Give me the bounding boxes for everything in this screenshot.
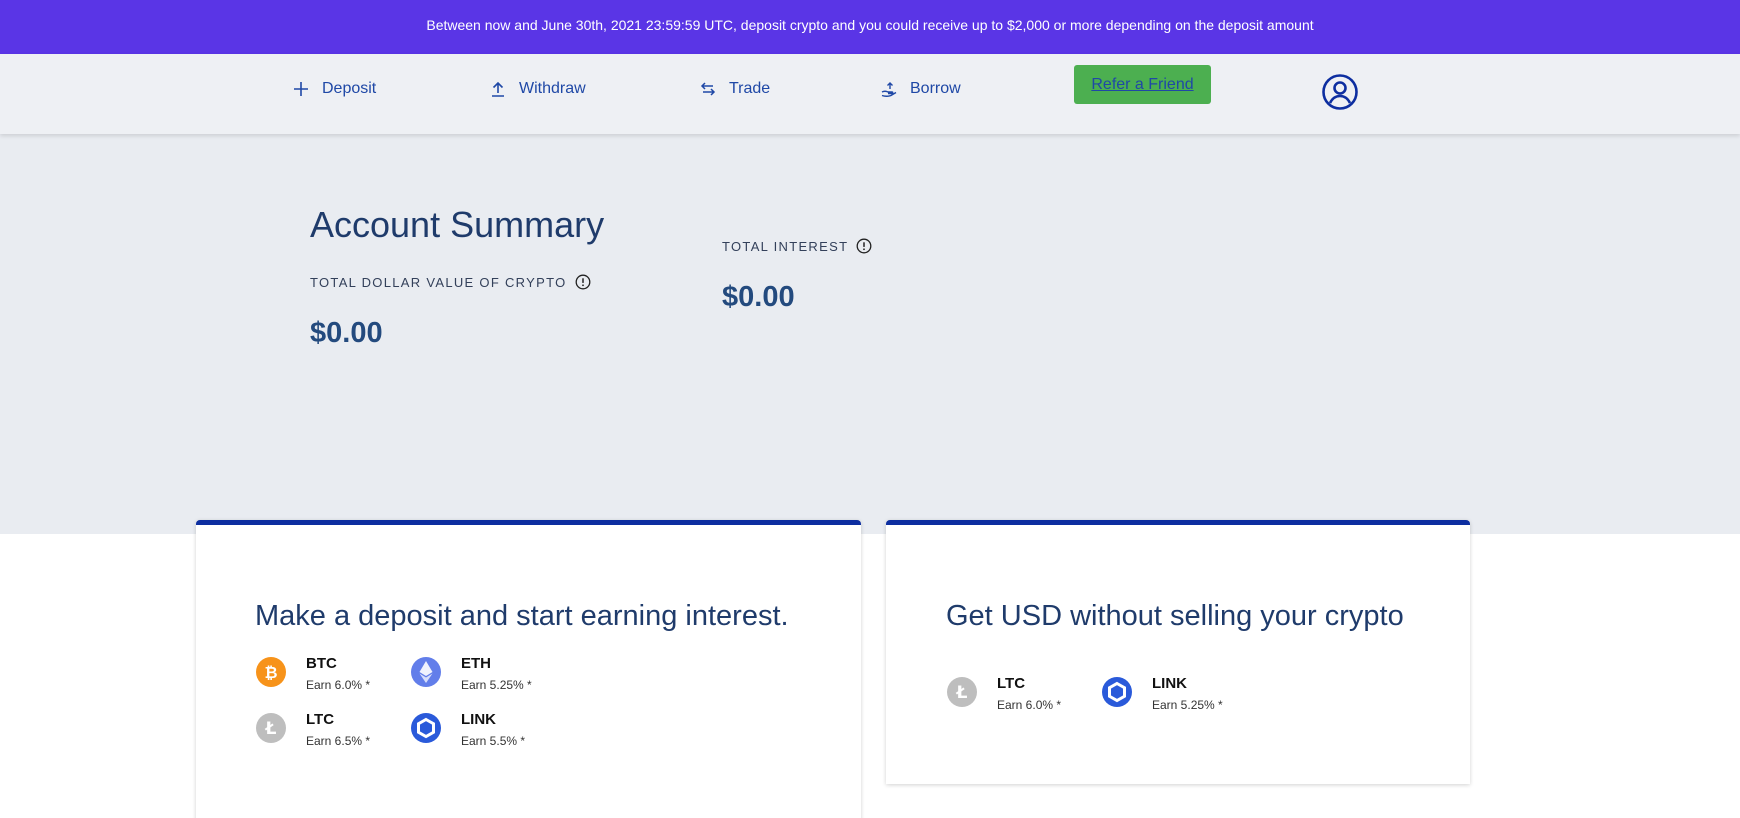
coin-earn-rate: Earn 5.25% * — [1152, 698, 1223, 712]
coin-symbol: LTC — [306, 711, 335, 728]
nav-borrow[interactable]: Borrow — [880, 74, 961, 104]
coin-ltc[interactable]: Ł LTC Earn 6.0% * — [946, 675, 1061, 714]
nav-borrow-label: Borrow — [910, 80, 961, 97]
coin-earn-rate: Earn 5.25% * — [461, 678, 532, 692]
total-interest-label: TOTAL INTEREST — [722, 238, 872, 254]
coin-symbol: BTC — [306, 655, 337, 672]
coin-earn-rate: Earn 6.0% * — [997, 698, 1062, 712]
nav-trade-label: Trade — [729, 80, 771, 97]
refer-friend-button[interactable]: Refer a Friend — [1074, 65, 1211, 104]
nav-withdraw[interactable]: Withdraw — [489, 74, 586, 104]
coin-link[interactable]: LINK Earn 5.5% * — [410, 711, 525, 750]
litecoin-icon: Ł — [946, 676, 978, 708]
upload-icon — [489, 80, 507, 98]
account-summary: Account Summary TOTAL DOLLAR VALUE OF CR… — [0, 134, 1740, 534]
coin-link[interactable]: LINK Earn 5.25% * — [1101, 675, 1223, 714]
info-circle-icon[interactable] — [856, 238, 872, 254]
coin-symbol: ETH — [461, 655, 491, 672]
borrow-card: Get USD without selling your crypto Ł LT… — [886, 520, 1470, 784]
litecoin-icon: Ł — [255, 712, 287, 744]
borrow-card-title: Get USD without selling your crypto — [946, 600, 1404, 632]
coin-eth[interactable]: ETH Earn 5.25% * — [410, 655, 532, 694]
total-value-amount: $0.00 — [310, 317, 383, 349]
nav-deposit[interactable]: Deposit — [292, 74, 376, 104]
bitcoin-icon: ₿ — [255, 656, 287, 688]
chainlink-icon — [410, 712, 442, 744]
info-circle-icon[interactable] — [575, 274, 591, 290]
promo-banner: Between now and June 30th, 2021 23:59:59… — [0, 0, 1740, 54]
deposit-card-title: Make a deposit and start earning interes… — [255, 600, 789, 632]
svg-text:₿: ₿ — [264, 663, 277, 682]
coin-symbol: LINK — [461, 711, 496, 728]
total-interest-amount: $0.00 — [722, 281, 795, 313]
svg-text:Ł: Ł — [265, 719, 277, 739]
coin-btc[interactable]: ₿ BTC Earn 6.0% * — [255, 655, 370, 694]
coin-earn-rate: Earn 5.5% * — [461, 734, 526, 748]
nav-deposit-label: Deposit — [322, 80, 377, 97]
top-nav: Deposit Withdraw Trade Borrow Refer a Fr… — [0, 54, 1740, 134]
promo-text: Between now and June 30th, 2021 23:59:59… — [426, 17, 1314, 33]
deposit-card: Make a deposit and start earning interes… — [196, 520, 861, 818]
ethereum-icon — [410, 656, 442, 688]
coin-earn-rate: Earn 6.5% * — [306, 734, 371, 748]
nav-trade[interactable]: Trade — [699, 74, 770, 104]
coin-symbol: LINK — [1152, 675, 1187, 692]
total-value-label: TOTAL DOLLAR VALUE OF CRYPTO — [310, 274, 591, 290]
user-circle-icon[interactable] — [1320, 72, 1360, 112]
coin-symbol: LTC — [997, 675, 1026, 692]
nav-withdraw-label: Withdraw — [519, 80, 586, 97]
page-title: Account Summary — [310, 204, 605, 245]
plus-icon — [292, 80, 310, 98]
chainlink-icon — [1101, 676, 1133, 708]
coin-earn-rate: Earn 6.0% * — [306, 678, 371, 692]
coin-ltc[interactable]: Ł LTC Earn 6.5% * — [255, 711, 370, 750]
refer-friend-link[interactable]: Refer a Friend — [1091, 76, 1193, 94]
swap-arrows-icon — [699, 80, 717, 98]
svg-text:Ł: Ł — [956, 683, 968, 703]
borrow-hand-icon — [880, 80, 898, 98]
